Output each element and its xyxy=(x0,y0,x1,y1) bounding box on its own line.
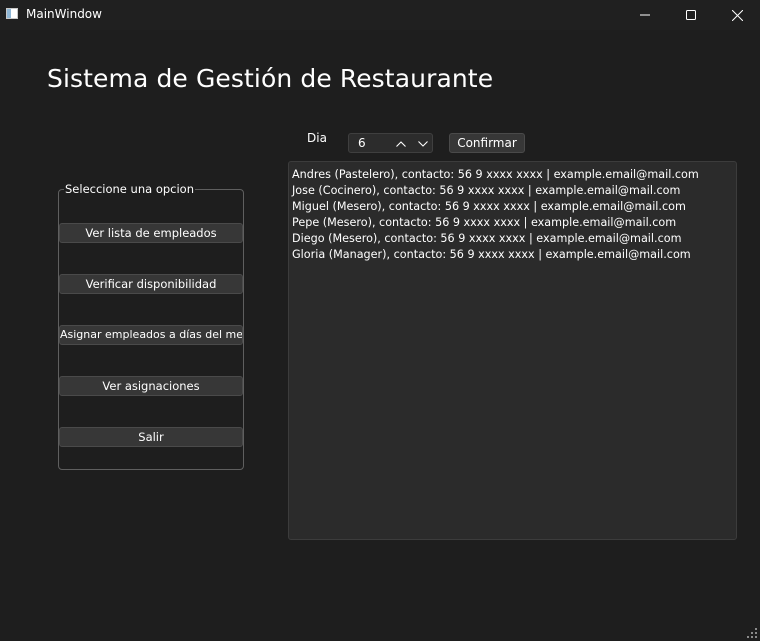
day-value[interactable]: 6 xyxy=(358,136,366,150)
page-title: Sistema de Gestión de Restaurante xyxy=(47,64,494,93)
spin-up-button[interactable] xyxy=(393,136,409,151)
day-label: Dia xyxy=(307,131,327,145)
output-line: Diego (Mesero), contacto: 56 9 xxxx xxxx… xyxy=(292,232,682,245)
options-group-title: Seleccione una opcion xyxy=(64,182,195,196)
day-spinbox[interactable]: 6 xyxy=(348,133,433,153)
maximize-icon xyxy=(686,10,696,20)
minimize-button[interactable] xyxy=(622,0,668,30)
main-window: MainWindow Sistema de Gestión de Restaur… xyxy=(0,0,760,641)
view-employees-button[interactable]: Ver lista de empleados xyxy=(59,223,243,243)
title-bar[interactable]: MainWindow xyxy=(0,0,760,30)
output-line: Gloria (Manager), contacto: 56 9 xxxx xx… xyxy=(292,248,691,261)
resize-grip-icon[interactable] xyxy=(746,627,758,639)
output-textarea[interactable]: Andres (Pastelero), contacto: 56 9 xxxx … xyxy=(288,161,737,540)
window-title: MainWindow xyxy=(26,7,102,21)
close-icon xyxy=(731,9,743,21)
output-line: Jose (Cocinero), contacto: 56 9 xxxx xxx… xyxy=(292,184,681,197)
chevron-down-icon xyxy=(418,140,428,147)
close-button[interactable] xyxy=(714,0,760,30)
confirm-button[interactable]: Confirmar xyxy=(449,133,525,153)
minimize-icon xyxy=(640,14,650,16)
exit-button[interactable]: Salir xyxy=(59,427,243,447)
check-availability-button[interactable]: Verificar disponibilidad xyxy=(59,274,243,294)
app-icon xyxy=(6,8,18,19)
maximize-button[interactable] xyxy=(668,0,714,30)
chevron-up-icon xyxy=(396,140,406,147)
view-assignments-button[interactable]: Ver asignaciones xyxy=(59,376,243,396)
assign-employees-button[interactable]: Asignar empleados a días del mes xyxy=(59,325,243,345)
spin-down-button[interactable] xyxy=(415,136,431,151)
output-line: Miguel (Mesero), contacto: 56 9 xxxx xxx… xyxy=(292,200,686,213)
output-line: Andres (Pastelero), contacto: 56 9 xxxx … xyxy=(292,168,699,181)
output-line: Pepe (Mesero), contacto: 56 9 xxxx xxxx … xyxy=(292,216,677,229)
